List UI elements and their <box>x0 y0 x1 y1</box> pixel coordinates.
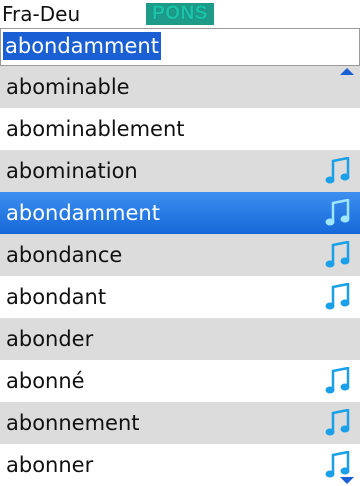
music-note-icon[interactable] <box>324 156 352 185</box>
music-note-icon[interactable] <box>324 198 352 227</box>
entry-word: abondance <box>6 243 123 267</box>
list-item[interactable]: abondant <box>0 276 360 318</box>
entry-word: abominable <box>6 75 130 99</box>
title-bar: Fra-Deu PONS <box>0 0 360 28</box>
list-item[interactable]: abominablement <box>0 108 360 150</box>
music-note-icon[interactable] <box>324 450 352 479</box>
entry-word: abominablement <box>6 117 185 141</box>
list-item[interactable]: abondance <box>0 234 360 276</box>
search-field[interactable]: abondamment <box>0 28 360 66</box>
search-input[interactable]: abondamment <box>3 32 161 60</box>
entry-word: abondamment <box>6 201 160 225</box>
entry-list[interactable]: abominable abominablement abomination abond… <box>0 66 360 486</box>
list-item[interactable]: abonné <box>0 360 360 402</box>
pons-logo: PONS <box>146 3 214 25</box>
scroll-down-arrow-icon[interactable] <box>340 477 354 484</box>
music-note-icon[interactable] <box>324 240 352 269</box>
entry-word: abonder <box>6 327 94 351</box>
list-item[interactable]: abonnement <box>0 402 360 444</box>
language-pair-label: Fra-Deu <box>2 2 81 26</box>
list-item[interactable]: abondamment <box>0 192 360 234</box>
entry-word: abondant <box>6 285 107 309</box>
entry-word: abomination <box>6 159 138 183</box>
entry-word: abonnement <box>6 411 140 435</box>
scroll-up-arrow-icon[interactable] <box>340 68 354 75</box>
list-item[interactable]: abominable <box>0 66 360 108</box>
list-item[interactable]: abonder <box>0 318 360 360</box>
list-item[interactable]: abomination <box>0 150 360 192</box>
music-note-icon[interactable] <box>324 408 352 437</box>
music-note-icon[interactable] <box>324 282 352 311</box>
music-note-icon[interactable] <box>324 366 352 395</box>
entry-word: abonné <box>6 369 85 393</box>
